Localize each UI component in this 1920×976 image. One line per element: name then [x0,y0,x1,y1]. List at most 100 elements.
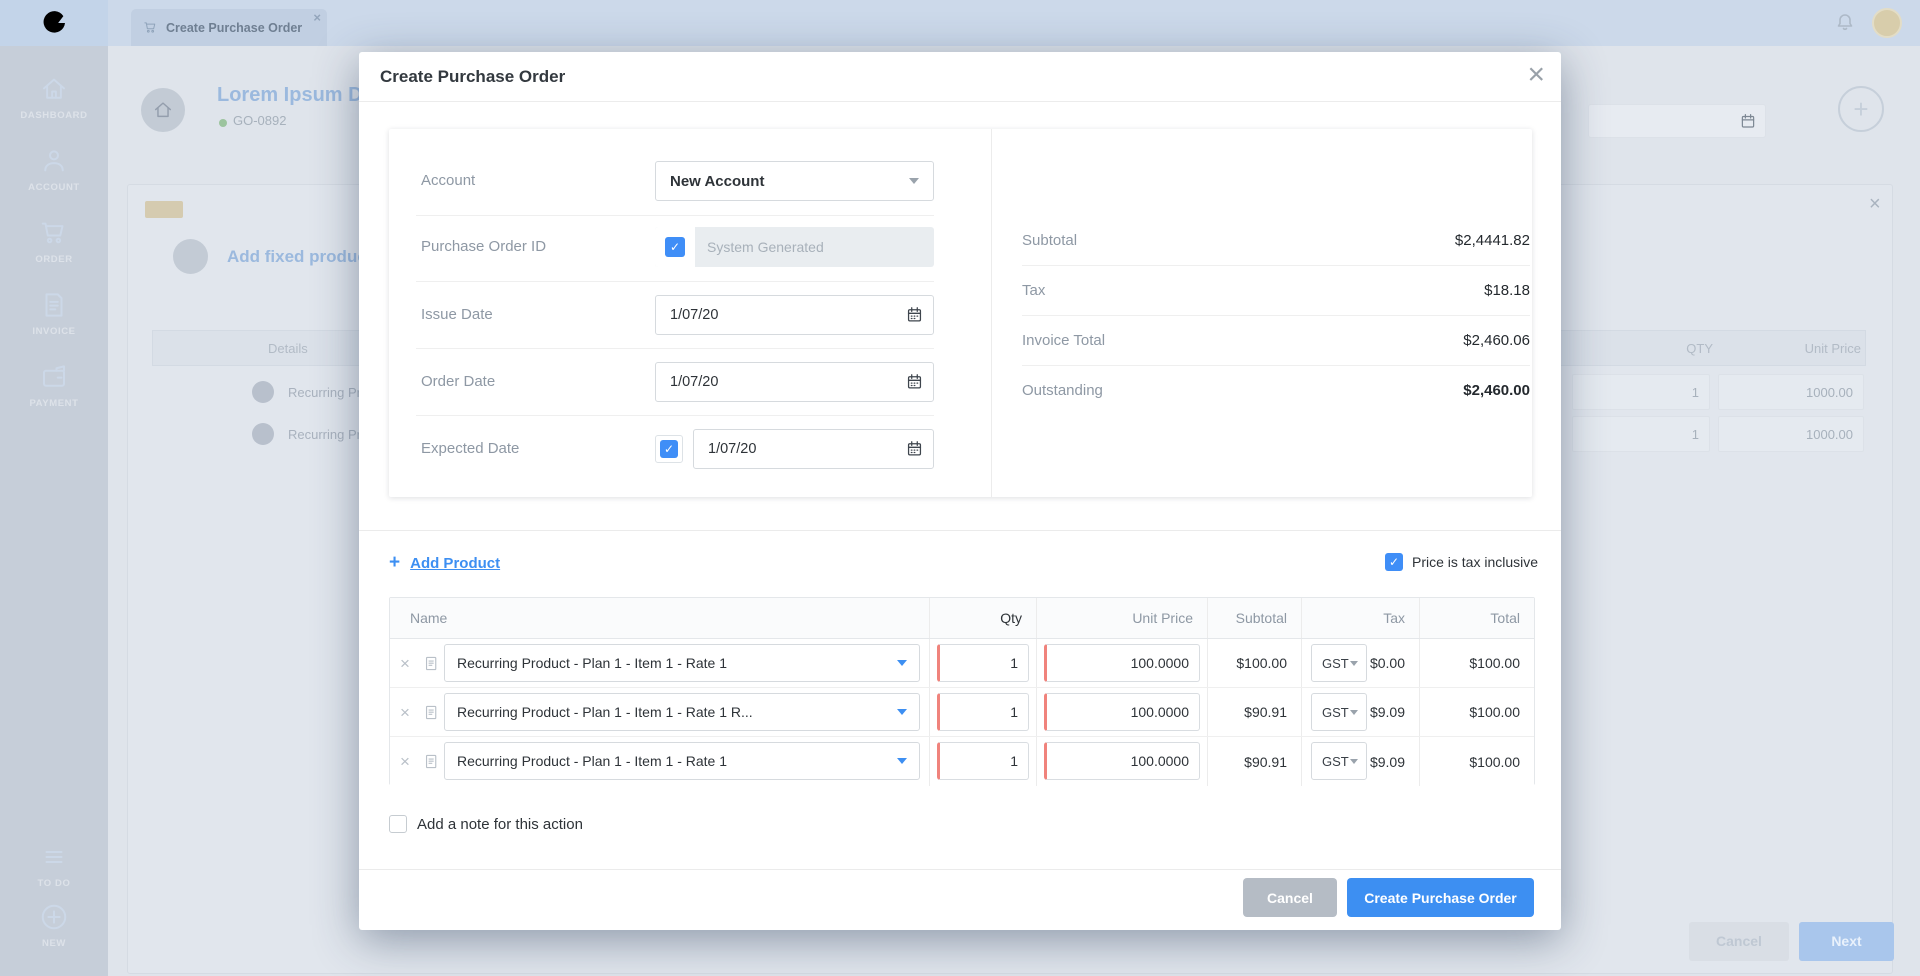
expected-date-checkbox[interactable] [660,440,678,458]
product-select[interactable]: Recurring Product - Plan 1 - Item 1 - Ra… [444,693,920,731]
unit-price-input[interactable] [1718,374,1864,410]
sidebar-item-label: NEW [42,938,66,949]
expected-date-input[interactable] [693,429,934,469]
user-avatar[interactable] [1872,8,1902,38]
background-next-button[interactable]: Next [1799,922,1894,961]
unit-price-input[interactable] [1044,742,1200,780]
product-row: × Recurring Product - Plan 1 - Item 1 - … [390,639,1534,688]
sidebar-item-payment[interactable]: NEW PAYMENT [0,362,108,409]
modal-header: Create Purchase Order × [359,52,1561,102]
qty-input[interactable] [937,644,1029,682]
expected-date-label: Expected Date [421,429,519,469]
create-purchase-order-button[interactable]: Create Purchase Order [1347,878,1534,917]
note-icon[interactable] [423,654,440,673]
chevron-down-icon [897,758,907,764]
unit-price-input[interactable] [1044,644,1200,682]
tab-close-icon[interactable]: × [313,10,321,25]
sidebar-item-todo[interactable]: TO DO [0,842,108,889]
qty-input[interactable] [1572,374,1710,410]
tax-code-select[interactable]: GST [1311,644,1367,682]
tab-create-purchase-order[interactable]: Create Purchase Order × [131,9,327,46]
row-name: Recurring Pro [288,385,368,400]
account-code: GO-0892 [233,113,286,128]
total-value: $100.00 [1419,737,1534,786]
summary-row: Outstanding $2,460.00 [1022,365,1530,415]
panel-close-icon[interactable]: × [1869,194,1881,214]
unit-price-input[interactable] [1044,693,1200,731]
tax-code-select[interactable]: GST [1311,742,1367,780]
delete-row-icon[interactable]: × [400,688,410,737]
chevron-down-icon [1350,710,1358,715]
add-fixed-product-link[interactable]: Add fixed produc [227,247,367,267]
date-filter-input[interactable] [1588,104,1766,138]
product-select[interactable]: Recurring Product - Plan 1 - Item 1 - Ra… [444,644,920,682]
tax-inclusive-checkbox[interactable] [1385,553,1403,571]
product-row: × Recurring Product - Plan 1 - Item 1 - … [390,688,1534,737]
qty-input[interactable] [937,693,1029,731]
account-avatar [141,88,185,132]
issue-date-input[interactable] [655,295,934,335]
close-icon[interactable]: × [1527,58,1545,92]
divider [416,415,934,416]
background-cancel-button[interactable]: Cancel [1689,922,1789,961]
tax-inclusive-toggle[interactable]: Price is tax inclusive [1385,553,1538,571]
calendar-icon[interactable] [905,439,924,458]
unit-price-input[interactable] [1718,416,1864,452]
delete-row-icon[interactable]: × [400,737,410,786]
calendar-icon[interactable] [905,305,924,324]
add-new-button[interactable]: + [1838,86,1884,132]
product-select-value: Recurring Product - Plan 1 - Item 1 - Ra… [457,655,727,671]
add-note-toggle[interactable]: Add a note for this action [389,815,583,833]
qty-input[interactable] [937,742,1029,780]
sidebar-item-order[interactable]: ORDER [0,218,108,265]
tax-value: $0.00 [1375,639,1419,687]
order-date-label: Order Date [421,362,495,402]
product-select-value: Recurring Product - Plan 1 - Item 1 - Ra… [457,753,727,769]
chevron-down-icon [897,709,907,715]
product-select[interactable]: Recurring Product - Plan 1 - Item 1 - Ra… [444,742,920,780]
tax-value: $9.09 [1375,737,1419,786]
divider [416,348,934,349]
add-note-label: Add a note for this action [417,816,583,833]
order-date-input[interactable] [655,362,934,402]
sidebar-item-invoice[interactable]: INVOICE [0,290,108,337]
calendar-icon [1739,112,1757,130]
sidebar-item-label: ORDER [35,254,72,265]
divider [991,129,992,497]
issue-date-field [655,295,934,335]
app-logo[interactable] [0,0,108,46]
system-generated-placeholder: System Generated [707,227,824,267]
row-avatar [252,423,274,445]
qty-input[interactable] [1572,416,1710,452]
add-note-checkbox[interactable] [389,815,407,833]
delete-row-icon[interactable]: × [400,639,410,688]
cart-icon [39,218,69,248]
summary-value: $2,460.00 [1463,382,1530,399]
checkbox-frame [655,435,683,463]
summary-row: Tax $18.18 [1022,265,1530,315]
col-qty: Qty [929,598,1036,638]
sidebar-item-account[interactable]: ACCOUNT [0,146,108,193]
note-icon[interactable] [423,703,440,722]
account-select[interactable]: New Account [655,161,934,201]
bell-icon[interactable] [1833,11,1857,35]
cancel-button[interactable]: Cancel [1243,878,1337,917]
account-select-value: New Account [670,173,764,190]
note-icon[interactable] [423,752,440,771]
row-avatar [252,381,274,403]
product-group-avatar [173,239,208,274]
sidebar-item-new[interactable]: NEW [0,902,108,949]
system-generated-checkbox[interactable] [665,237,685,257]
sidebar-item-label: DASHBOARD [20,110,87,121]
status-dot [219,119,227,127]
add-product-button[interactable]: + Add Product [389,552,500,574]
tax-code-select[interactable]: GST [1311,693,1367,731]
calendar-icon[interactable] [905,372,924,391]
qty-header: QTY [1573,341,1713,356]
sidebar-item-dashboard[interactable]: DASHBOARD [0,74,108,121]
account-label: Account [421,161,475,201]
chevron-down-icon [897,660,907,666]
invoice-icon [39,290,69,320]
col-name: Name [410,610,447,626]
total-value: $100.00 [1419,688,1534,736]
